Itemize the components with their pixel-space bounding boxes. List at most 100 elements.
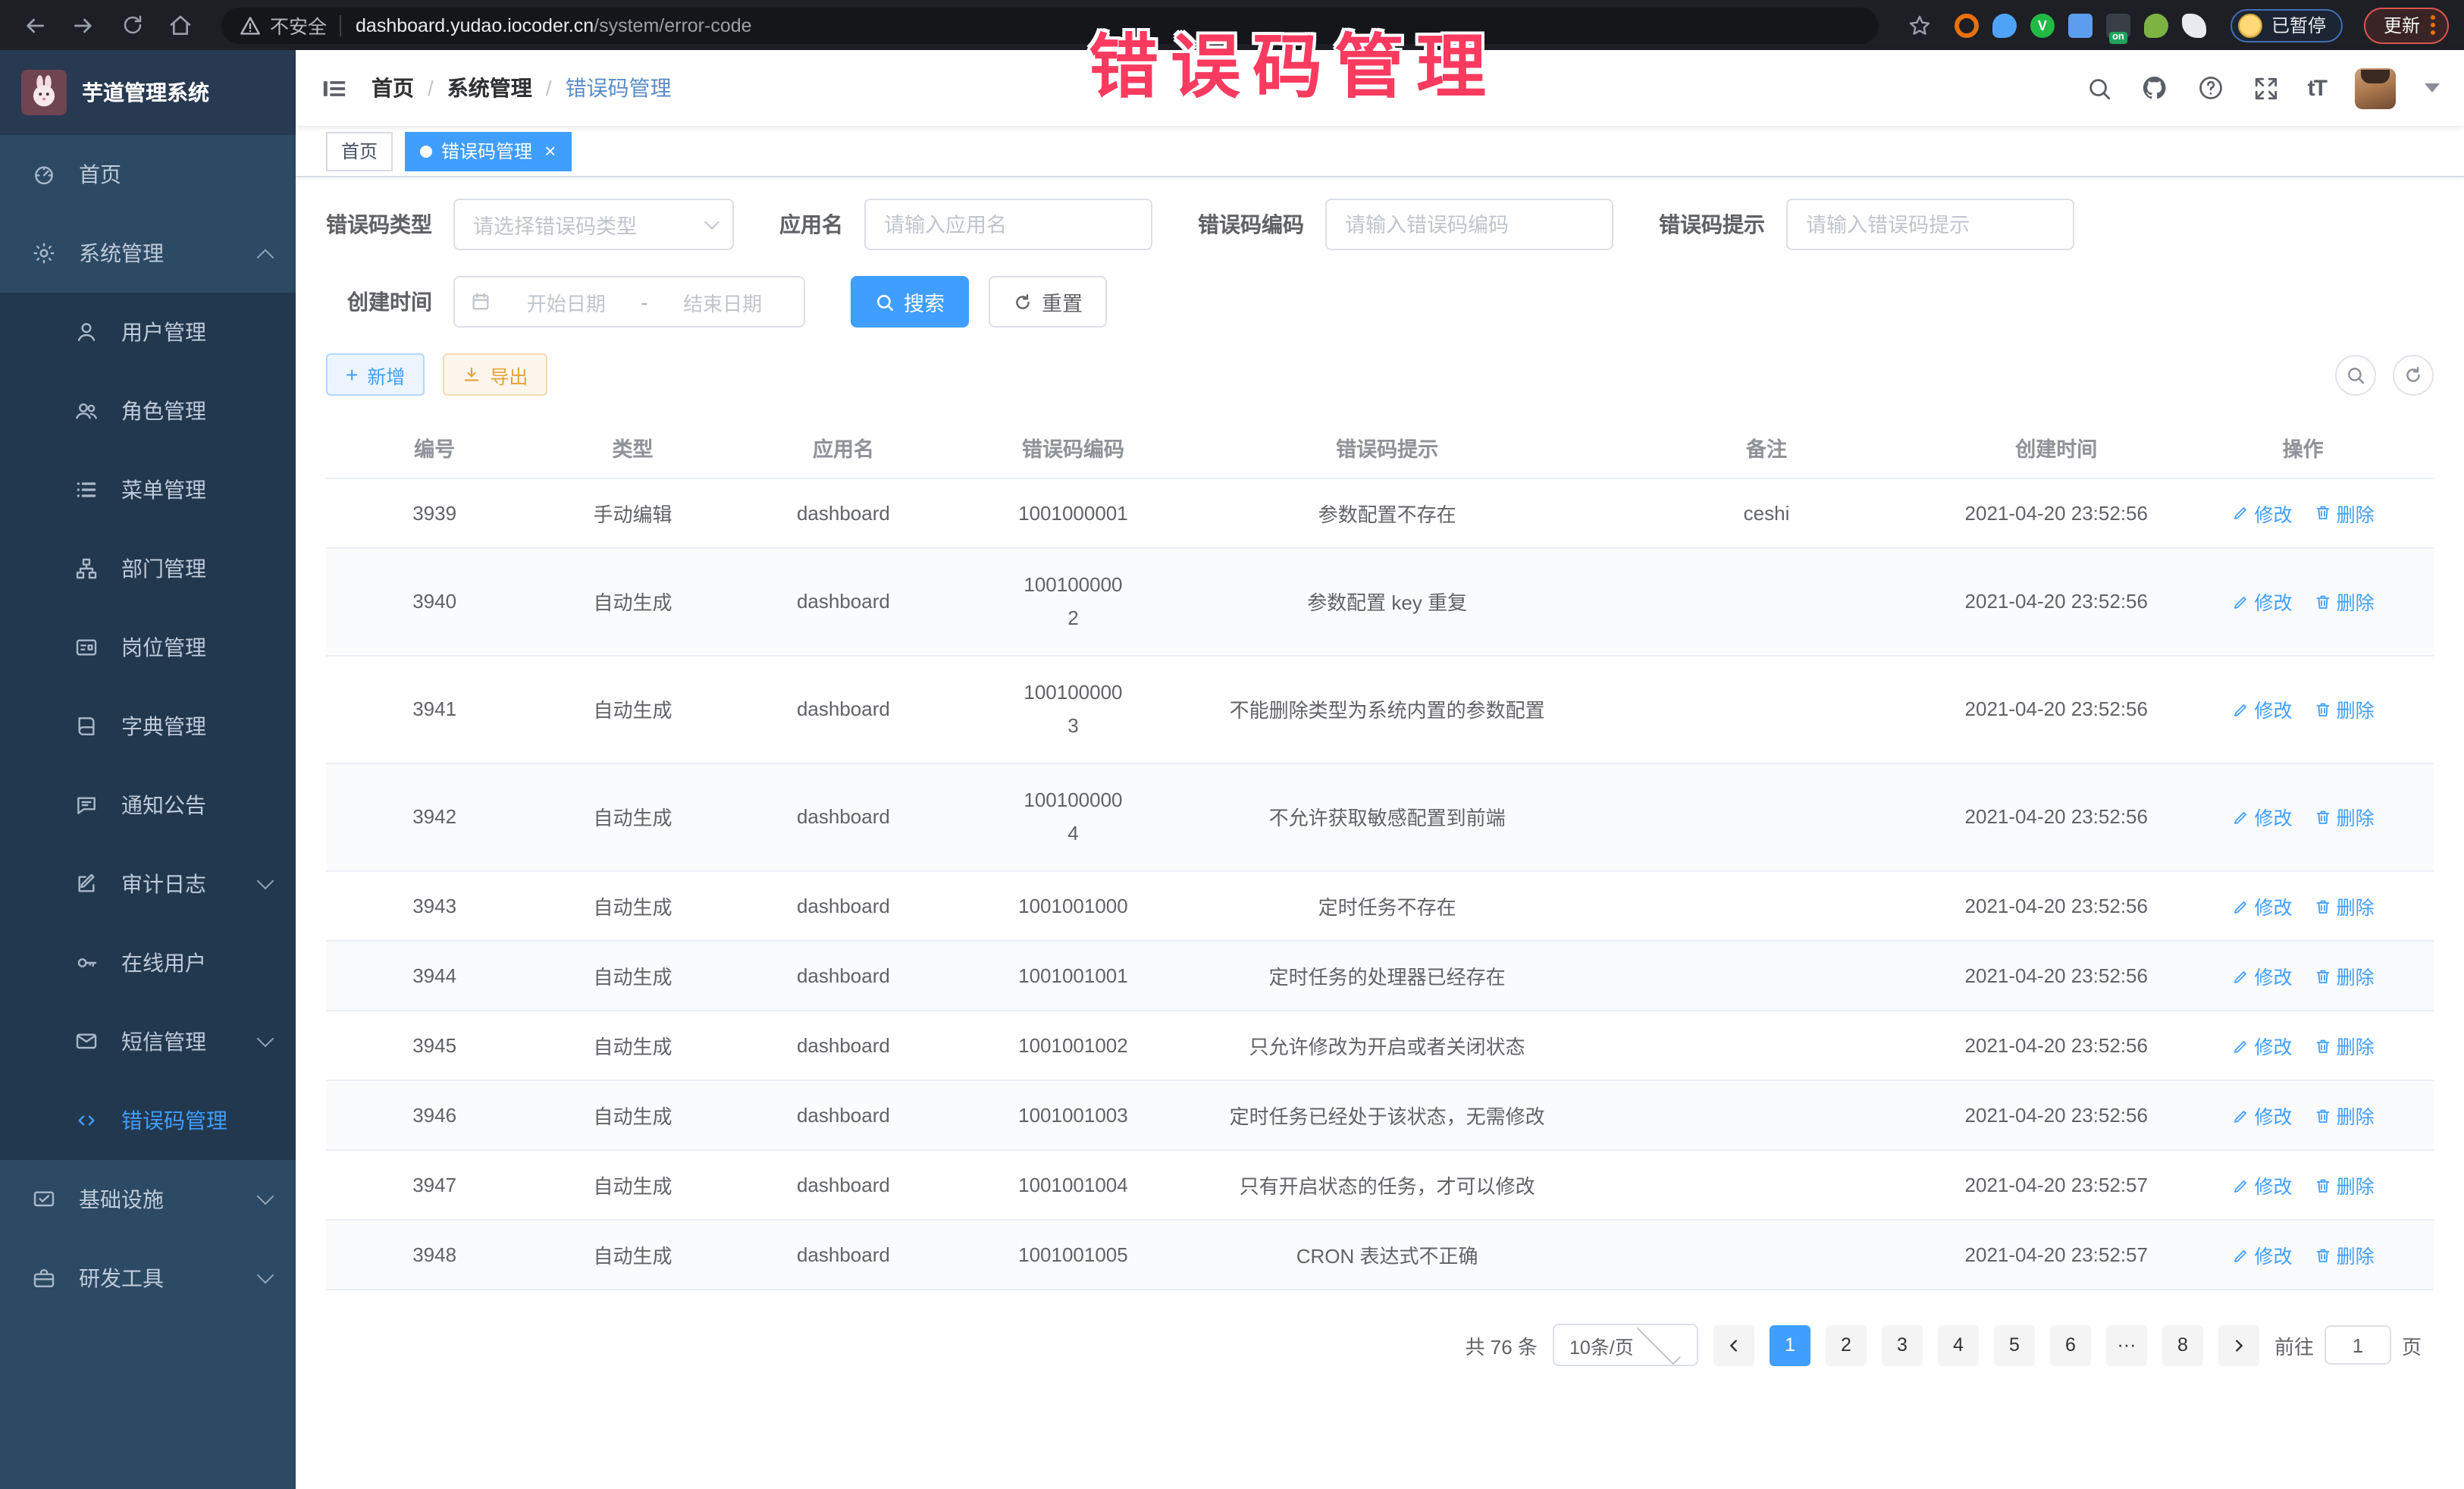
next-page-button[interactable]	[2218, 1324, 2259, 1365]
sidebar-item-dict[interactable]: 字典管理	[0, 687, 296, 766]
font-size-icon[interactable]: tT	[2308, 75, 2326, 101]
export-button[interactable]: 导出	[443, 353, 547, 396]
orange-ring-extension-icon[interactable]	[1955, 13, 1979, 37]
edit-link[interactable]: 修改	[2232, 695, 2293, 724]
edit-link[interactable]: 修改	[2232, 803, 2293, 832]
edit-link[interactable]: 修改	[2232, 587, 2293, 616]
url-host[interactable]: dashboard.yudao.iocoder.cn	[356, 14, 594, 36]
app-logo-row[interactable]: 芋道管理系统	[0, 50, 296, 135]
sidebar-item-audit[interactable]: 审计日志	[0, 845, 296, 923]
table-row[interactable]: 3945自动生成dashboard1001001002只允许修改为开启或者关闭状…	[326, 1011, 2434, 1080]
edit-link[interactable]: 修改	[2232, 1101, 2293, 1130]
tag-close-icon[interactable]: ×	[544, 141, 556, 161]
error-code-type-select[interactable]: 请选择错误码类型	[453, 199, 734, 250]
fullscreen-icon[interactable]	[2253, 75, 2279, 101]
sidebar-item-errorcode[interactable]: 错误码管理	[0, 1081, 296, 1160]
table-row[interactable]: 3944自动生成dashboard1001001001定时任务的处理器已经存在2…	[326, 941, 2434, 1011]
table-row[interactable]: 3940自动生成dashboard1001000002参数配置 key 重复20…	[326, 547, 2434, 655]
browser-menu-kebab-icon[interactable]	[2431, 15, 2435, 35]
search-button[interactable]: 搜索	[851, 276, 969, 328]
browser-reload-icon[interactable]	[112, 5, 152, 45]
blue-grid-extension-icon[interactable]	[2068, 13, 2093, 37]
delete-link[interactable]: 删除	[2314, 1031, 2375, 1060]
pagination-ellipsis[interactable]: ···	[2106, 1324, 2147, 1365]
sidebar-item-system[interactable]: 系统管理	[0, 214, 296, 293]
sidebar-item-infra[interactable]: 基础设施	[0, 1160, 296, 1239]
table-row[interactable]: 3939手动编辑dashboard1001000001参数配置不存在ceshi2…	[326, 478, 2434, 547]
url-path[interactable]: /system/error-code	[594, 14, 751, 36]
page-size-select[interactable]: 10条/页	[1553, 1324, 1698, 1366]
goto-page-input[interactable]	[2324, 1325, 2391, 1365]
delete-link[interactable]: 删除	[2314, 1171, 2375, 1199]
sidebar-item-user[interactable]: 用户管理	[0, 293, 296, 371]
tag-item[interactable]: 首页	[326, 131, 393, 171]
browser-update-button[interactable]: 更新	[2364, 7, 2449, 43]
create-time-range-picker[interactable]: 开始日期 - 结束日期	[453, 276, 805, 328]
reset-button[interactable]: 重置	[989, 276, 1107, 328]
page-button-2[interactable]: 2	[1826, 1324, 1867, 1365]
sidebar-item-notice[interactable]: 通知公告	[0, 766, 296, 845]
prev-page-button[interactable]	[1713, 1324, 1754, 1365]
table-row[interactable]: 3941自动生成dashboard1001000003不能删除类型为系统内置的参…	[326, 655, 2434, 763]
page-button-8[interactable]: 8	[2162, 1324, 2203, 1365]
toggle-search-panel-button[interactable]	[2335, 354, 2376, 395]
error-code-input[interactable]	[1325, 199, 1613, 250]
table-row[interactable]: 3942自动生成dashboard1001000004不允许获取敏感配置到前端2…	[326, 763, 2434, 871]
delete-link[interactable]: 删除	[2314, 961, 2375, 990]
profile-paused-pill[interactable]: 已暂停	[2230, 8, 2343, 42]
sidebar-item-devtools[interactable]: 研发工具	[0, 1239, 296, 1318]
tag-active[interactable]: 错误码管理×	[405, 131, 571, 171]
breadcrumb-item[interactable]: 系统管理	[447, 73, 532, 103]
edit-link[interactable]: 修改	[2232, 892, 2293, 920]
delete-link[interactable]: 删除	[2314, 587, 2375, 616]
avatar[interactable]	[2355, 67, 2396, 108]
table-row[interactable]: 3947自动生成dashboard1001001004只有开启状态的任务，才可以…	[326, 1150, 2434, 1220]
table-row[interactable]: 3943自动生成dashboard1001001000定时任务不存在2021-0…	[326, 871, 2434, 941]
table-row[interactable]: 3946自动生成dashboard1001001003定时任务已经处于该状态，无…	[326, 1080, 2434, 1150]
not-secure-label[interactable]: 不安全	[270, 11, 327, 39]
address-bar[interactable]: 不安全 dashboard.yudao.iocoder.cn /system/e…	[221, 7, 1879, 43]
sidebar-item-sms[interactable]: 短信管理	[0, 1002, 296, 1081]
edit-link[interactable]: 修改	[2232, 498, 2293, 527]
breadcrumb-item[interactable]: 首页	[371, 73, 414, 103]
sidebar-item-online[interactable]: 在线用户	[0, 923, 296, 1002]
error-hint-input[interactable]	[1786, 199, 2074, 250]
table-row[interactable]: 3948自动生成dashboard1001001005CRON 表达式不正确20…	[326, 1220, 2434, 1290]
add-button[interactable]: + 新增	[326, 353, 425, 396]
puzzle-extension-icon[interactable]	[2182, 13, 2206, 37]
switch-extension-icon[interactable]: on	[2106, 13, 2130, 37]
sidebar-item-post[interactable]: 岗位管理	[0, 608, 296, 687]
blue-gem-extension-icon[interactable]	[1992, 13, 2017, 37]
page-button-6[interactable]: 6	[2050, 1324, 2091, 1365]
app-name-input[interactable]	[864, 199, 1152, 250]
docs-help-icon[interactable]	[2197, 74, 2224, 102]
delete-link[interactable]: 删除	[2314, 1101, 2375, 1130]
browser-forward-icon[interactable]	[64, 5, 103, 45]
github-icon[interactable]	[2141, 74, 2168, 102]
page-button-4[interactable]: 4	[1938, 1324, 1979, 1365]
delete-link[interactable]: 删除	[2314, 498, 2375, 527]
delete-link[interactable]: 删除	[2314, 892, 2375, 920]
delete-link[interactable]: 删除	[2314, 1240, 2375, 1269]
page-button-5[interactable]: 5	[1994, 1324, 2035, 1365]
page-button-1[interactable]: 1	[1770, 1324, 1810, 1365]
green-key-extension-icon[interactable]	[2144, 13, 2168, 37]
edit-link[interactable]: 修改	[2232, 1240, 2293, 1269]
browser-home-icon[interactable]	[161, 5, 200, 45]
bookmark-star-icon[interactable]	[1900, 5, 1939, 45]
sidebar-item-role[interactable]: 角色管理	[0, 371, 296, 450]
browser-back-icon[interactable]	[15, 5, 55, 45]
sidebar-item-menu[interactable]: 菜单管理	[0, 450, 296, 529]
page-button-3[interactable]: 3	[1882, 1324, 1923, 1365]
edit-link[interactable]: 修改	[2232, 961, 2293, 990]
delete-link[interactable]: 删除	[2314, 803, 2375, 832]
edit-link[interactable]: 修改	[2232, 1171, 2293, 1199]
delete-link[interactable]: 删除	[2314, 695, 2375, 724]
avatar-caret-down-icon[interactable]	[2425, 83, 2440, 92]
edit-link[interactable]: 修改	[2232, 1031, 2293, 1060]
sidebar-item-home[interactable]: 首页	[0, 135, 296, 214]
vue-devtools-extension-icon[interactable]: V	[2030, 13, 2055, 37]
refresh-table-button[interactable]	[2393, 354, 2434, 395]
header-search-icon[interactable]	[2086, 75, 2112, 101]
hamburger-icon[interactable]	[296, 50, 371, 126]
